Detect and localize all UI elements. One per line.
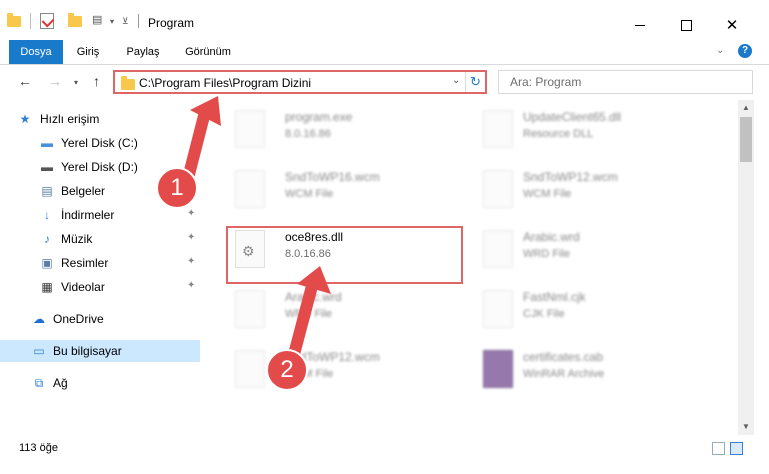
step-1-badge: 1 [156,167,198,209]
step-2-badge: 2 [266,349,308,391]
arrow-2 [286,266,331,368]
annotation-arrows [179,96,331,368]
